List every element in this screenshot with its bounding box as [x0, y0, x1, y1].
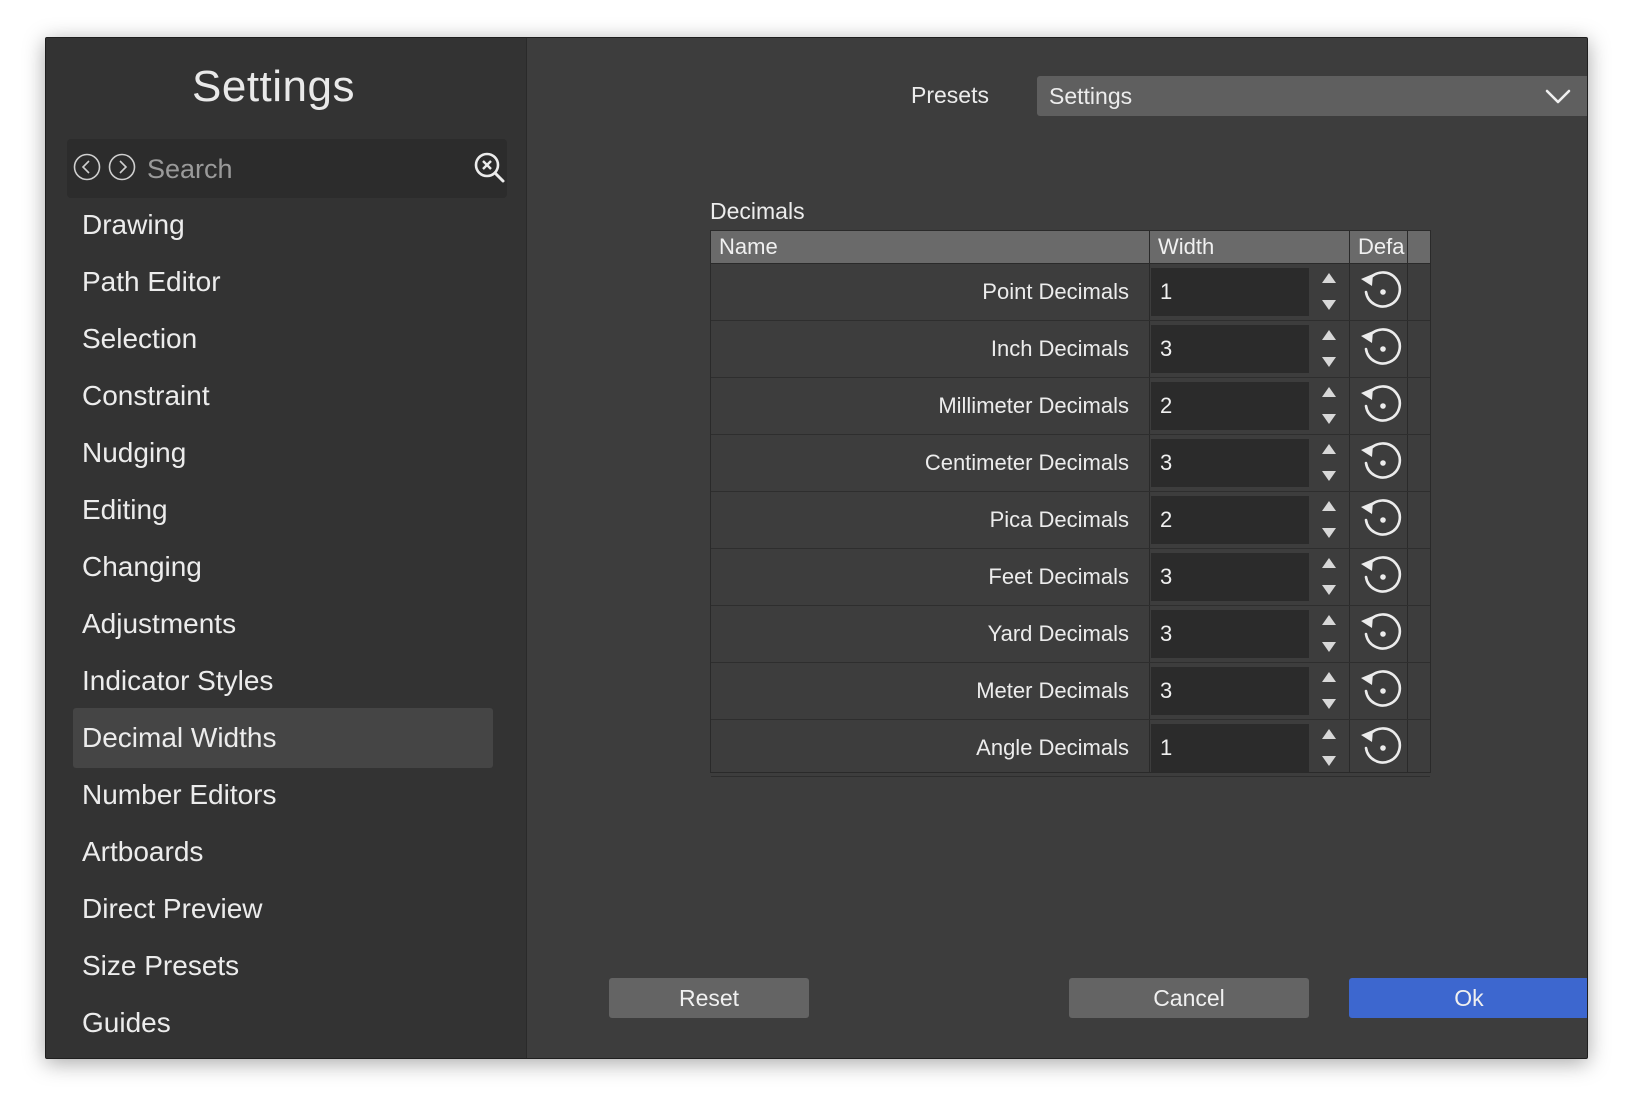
- stepper-icon[interactable]: [1315, 553, 1343, 601]
- reset-to-default-icon[interactable]: [1358, 497, 1404, 543]
- presets-selected-value: Settings: [1049, 83, 1133, 109]
- nav-item-size-presets[interactable]: Size Presets: [73, 936, 493, 996]
- stepper-icon[interactable]: [1315, 325, 1343, 373]
- chevron-down-icon: [1545, 89, 1571, 104]
- decimal-width-field[interactable]: 1: [1151, 724, 1309, 772]
- table-row: Pica Decimals 2: [711, 492, 1430, 549]
- decimal-width-field[interactable]: 3: [1151, 553, 1309, 601]
- nav-item-indicator-styles[interactable]: Indicator Styles: [73, 651, 493, 711]
- stepper-icon[interactable]: [1315, 724, 1343, 772]
- back-icon[interactable]: [73, 153, 101, 181]
- reset-to-default-icon[interactable]: [1358, 326, 1404, 372]
- sidebar: Settings Drawing Path Editor Selection: [46, 38, 527, 1058]
- search-clear-icon[interactable]: [472, 150, 506, 184]
- nav-item-changing[interactable]: Changing: [73, 537, 493, 597]
- table-row: Feet Decimals 3: [711, 549, 1430, 606]
- reset-to-default-icon[interactable]: [1358, 440, 1404, 486]
- reset-to-default-icon[interactable]: [1358, 383, 1404, 429]
- sidebar-title: Settings: [192, 62, 355, 111]
- nav-item-selection[interactable]: Selection: [73, 309, 493, 369]
- table-row: Yard Decimals 3: [711, 606, 1430, 663]
- decimal-width-field[interactable]: 2: [1151, 382, 1309, 430]
- nav-item-direct-preview[interactable]: Direct Preview: [73, 879, 493, 939]
- reset-to-default-icon[interactable]: [1358, 554, 1404, 600]
- decimal-width-field[interactable]: 2: [1151, 496, 1309, 544]
- nav-item-guides[interactable]: Guides: [73, 993, 493, 1048]
- table-row: Angle Decimals 1: [711, 720, 1430, 777]
- stepper-icon[interactable]: [1315, 382, 1343, 430]
- reset-to-default-icon[interactable]: [1358, 668, 1404, 714]
- presets-dropdown[interactable]: Settings: [1037, 76, 1587, 116]
- decimal-name-label: Pica Decimals: [989, 507, 1129, 532]
- table-row: Millimeter Decimals 2: [711, 378, 1430, 435]
- decimal-name-label: Yard Decimals: [987, 621, 1129, 646]
- decimal-width-field[interactable]: 3: [1151, 610, 1309, 658]
- nav-item-constraint[interactable]: Constraint: [73, 366, 493, 426]
- decimal-name-label: Point Decimals: [982, 279, 1129, 304]
- nav-item-drawing[interactable]: Drawing: [73, 213, 493, 255]
- table-row: Point Decimals 1: [711, 264, 1430, 321]
- stepper-icon[interactable]: [1315, 496, 1343, 544]
- decimal-name-label: Millimeter Decimals: [938, 393, 1129, 418]
- decimal-width-field[interactable]: 3: [1151, 325, 1309, 373]
- cancel-button[interactable]: Cancel: [1069, 978, 1309, 1018]
- ok-button[interactable]: Ok: [1349, 978, 1587, 1018]
- nav-item-number-editors[interactable]: Number Editors: [73, 765, 493, 825]
- stepper-icon[interactable]: [1315, 667, 1343, 715]
- column-header-width[interactable]: Width: [1149, 231, 1349, 263]
- table-header: Name Width Defa: [711, 231, 1430, 264]
- settings-nav-list: Drawing Path Editor Selection Constraint…: [46, 213, 526, 1048]
- reset-button[interactable]: Reset: [609, 978, 809, 1018]
- settings-window: Settings Drawing Path Editor Selection: [45, 37, 1588, 1059]
- decimal-name-label: Inch Decimals: [990, 336, 1129, 361]
- stepper-icon[interactable]: [1315, 268, 1343, 316]
- decimals-group-label: Decimals: [710, 198, 805, 224]
- settings-content: Presets Settings Decimals Name Width Def…: [527, 38, 1587, 1058]
- decimal-name-label: Centimeter Decimals: [924, 450, 1129, 475]
- search-input[interactable]: [145, 147, 449, 191]
- nav-item-nudging[interactable]: Nudging: [73, 423, 493, 483]
- decimal-width-field[interactable]: 3: [1151, 667, 1309, 715]
- stepper-icon[interactable]: [1315, 610, 1343, 658]
- stepper-icon[interactable]: [1315, 439, 1343, 487]
- nav-item-artboards[interactable]: Artboards: [73, 822, 493, 882]
- column-header-default[interactable]: Defa: [1349, 231, 1407, 263]
- reset-to-default-icon[interactable]: [1358, 725, 1404, 771]
- decimal-width-field[interactable]: 1: [1151, 268, 1309, 316]
- decimal-name-label: Angle Decimals: [976, 735, 1129, 760]
- reset-to-default-icon[interactable]: [1358, 269, 1404, 315]
- search-box: [67, 139, 507, 198]
- presets-label: Presets: [911, 82, 989, 108]
- column-header-name[interactable]: Name: [711, 231, 1149, 263]
- table-row: Meter Decimals 3: [711, 663, 1430, 720]
- decimals-table: Name Width Defa Point Decimals 1 Inch Deci…: [710, 230, 1431, 777]
- nav-item-path-editor[interactable]: Path Editor: [73, 252, 493, 312]
- nav-item-editing[interactable]: Editing: [73, 480, 493, 540]
- forward-icon[interactable]: [108, 153, 136, 181]
- nav-item-decimal-widths[interactable]: Decimal Widths: [73, 708, 493, 768]
- decimal-name-label: Meter Decimals: [976, 678, 1129, 703]
- reset-to-default-icon[interactable]: [1358, 611, 1404, 657]
- nav-item-adjustments[interactable]: Adjustments: [73, 594, 493, 654]
- table-row: Centimeter Decimals 3: [711, 435, 1430, 492]
- table-row: Inch Decimals 3: [711, 321, 1430, 378]
- decimal-name-label: Feet Decimals: [988, 564, 1129, 589]
- decimal-width-field[interactable]: 3: [1151, 439, 1309, 487]
